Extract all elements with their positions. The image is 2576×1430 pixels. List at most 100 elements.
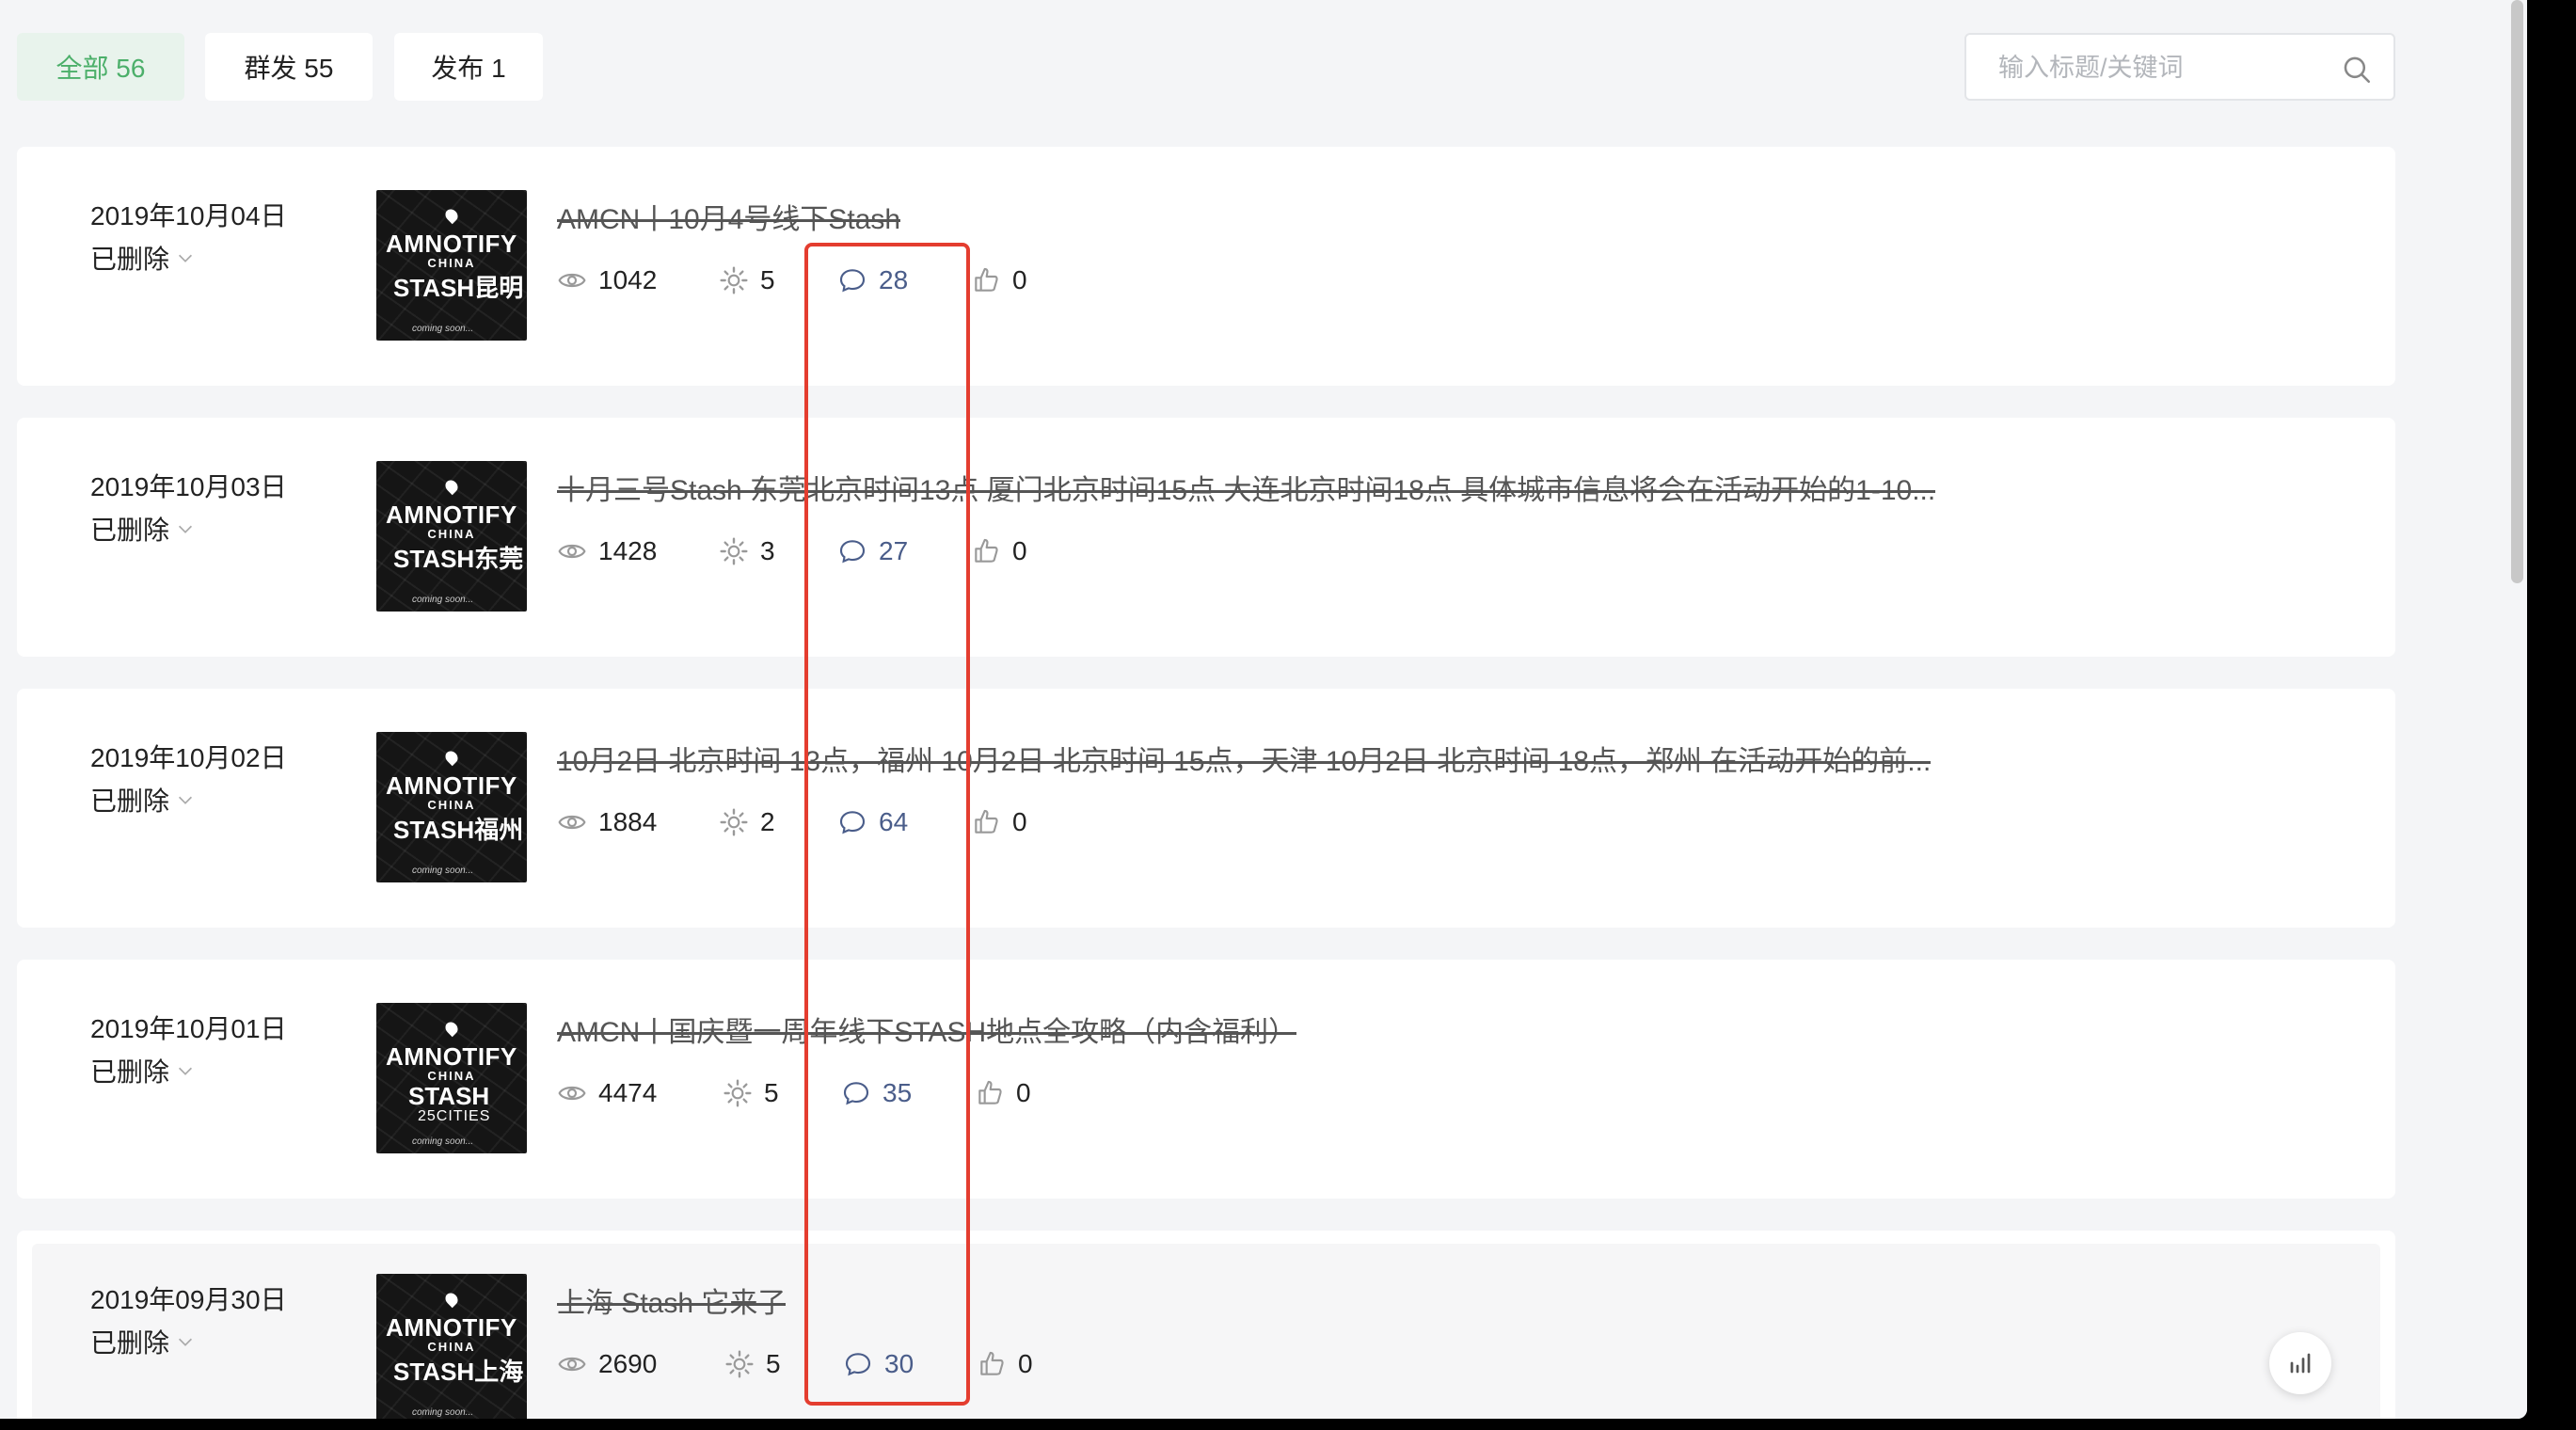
article-thumbnail[interactable]: AMNOTIFY CHINA STASH东莞 coming soon...: [376, 461, 527, 612]
shares-count: 5: [766, 1349, 781, 1378]
article-title[interactable]: AMCN丨国庆暨一周年线下STASH地点全攻略（内含福利）: [557, 1009, 1296, 1050]
article-title[interactable]: 10月2日 北京时间 13点，福州 10月2日 北京时间 15点，天津 10月2…: [557, 738, 1931, 779]
comment-icon: [839, 811, 866, 834]
search-icon[interactable]: [2341, 54, 2373, 86]
comments-count: 28: [879, 265, 909, 294]
app-window: 全部 56 群发 55 发布 1 2019年10月04日 已删除 AMNOTIF…: [0, 0, 2527, 1419]
tab-publish[interactable]: 发布 1: [394, 33, 543, 101]
likes-stat: 0: [971, 536, 1027, 566]
views-stat: 4474: [557, 1078, 657, 1108]
article-date: 2019年10月02日: [90, 743, 287, 772]
views-stat: 1428: [557, 536, 657, 566]
eye-icon: [558, 1086, 586, 1101]
views-count: 1428: [598, 536, 658, 565]
shares-stat: 3: [719, 536, 775, 566]
thumbnail-footer: coming soon...: [412, 866, 474, 876]
article-thumbnail[interactable]: AMNOTIFY CHINA STASH昆明 coming soon...: [376, 190, 527, 341]
views-stat: 1042: [557, 265, 657, 295]
likes-stat: 0: [971, 265, 1027, 295]
likes-stat: 0: [971, 807, 1027, 837]
likes-count: 0: [1016, 1078, 1031, 1107]
thumbnail-city: STASH东莞: [393, 545, 524, 573]
status-label: 已删除: [90, 516, 170, 545]
comments-count: 30: [884, 1349, 914, 1378]
comments-count: 64: [879, 807, 909, 836]
eye-icon: [558, 1357, 586, 1372]
comment-icon: [843, 1082, 869, 1105]
views-count: 2690: [598, 1349, 658, 1378]
comments-stat[interactable]: 28: [837, 265, 908, 295]
comment-icon: [845, 1353, 871, 1376]
article-title[interactable]: AMCN丨10月4号线下Stash: [557, 196, 900, 237]
likes-count: 0: [1012, 807, 1027, 836]
tab-mass-send[interactable]: 群发 55: [205, 33, 373, 101]
article-date: 2019年10月04日: [90, 201, 287, 230]
thumbnail-brand: AMNOTIFY: [386, 1042, 517, 1071]
article-row: 2019年10月01日 已删除 AMNOTIFY CHINA STASH 25C…: [17, 960, 2395, 1199]
comment-icon: [839, 269, 866, 293]
tab-all[interactable]: 全部 56: [17, 33, 184, 101]
thumbnail-footer: coming soon...: [412, 324, 474, 334]
shares-stat: 2: [719, 807, 775, 837]
views-count: 1884: [598, 807, 658, 836]
shares-stat: 5: [724, 1349, 781, 1379]
likes-count: 0: [1012, 265, 1027, 294]
article-date: 2019年09月30日: [90, 1285, 287, 1314]
article-date: 2019年10月01日: [90, 1014, 287, 1043]
status-dropdown[interactable]: 已删除: [90, 239, 196, 277]
views-stat: 1884: [557, 807, 657, 837]
search-input[interactable]: [1966, 35, 2358, 101]
eye-icon: [558, 815, 586, 830]
thumbnail-city: STASH昆明: [393, 274, 524, 302]
scrollbar-thumb[interactable]: [2511, 0, 2523, 583]
views-count: 4474: [598, 1078, 658, 1107]
article-thumbnail[interactable]: AMNOTIFY CHINA STASH上海 coming soon...: [376, 1274, 527, 1419]
status-dropdown[interactable]: 已删除: [90, 1052, 196, 1089]
likes-count: 0: [1018, 1349, 1033, 1378]
search-box: [1964, 33, 2395, 101]
chevron-down-icon: [179, 1067, 193, 1075]
article-title[interactable]: 上海 Stash 它来了: [557, 1279, 786, 1321]
article-row: 2019年10月02日 已删除 AMNOTIFY CHINA STASH福州 c…: [17, 689, 2395, 928]
bar-chart-icon: [2290, 1353, 2311, 1374]
article-title[interactable]: 十月三号Stash 东莞北京时间13点 厦门北京时间15点 大连北京时间18点 …: [557, 467, 1935, 508]
views-count: 1042: [598, 265, 658, 294]
gear-icon: [725, 1350, 754, 1378]
article-thumbnail[interactable]: AMNOTIFY CHINA STASH 25CITIES coming soo…: [376, 1003, 527, 1153]
comments-stat[interactable]: 30: [843, 1349, 914, 1379]
thumbs-up-icon: [975, 267, 998, 292]
thumbnail-cities: 25CITIES: [418, 1108, 491, 1124]
thumbnail-country: CHINA: [427, 1069, 476, 1083]
status-label: 已删除: [90, 786, 170, 816]
stats-float-button[interactable]: [2269, 1332, 2331, 1394]
shares-count: 5: [764, 1078, 779, 1107]
eye-icon: [558, 544, 586, 559]
scrollbar[interactable]: [2508, 0, 2527, 1419]
thumbnail-footer: coming soon...: [412, 595, 474, 605]
thumbnail-brand: AMNOTIFY: [386, 230, 517, 258]
likes-count: 0: [1012, 536, 1027, 565]
thumbnail-brand: AMNOTIFY: [386, 771, 517, 800]
comments-stat[interactable]: 35: [841, 1078, 912, 1108]
eye-icon: [558, 273, 586, 288]
status-dropdown[interactable]: 已删除: [90, 510, 196, 548]
thumbnail-city: STASH福州: [393, 816, 524, 844]
comments-stat[interactable]: 64: [837, 807, 908, 837]
article-row: 2019年10月04日 已删除 AMNOTIFY CHINA STASH昆明 c…: [17, 147, 2395, 386]
views-stat: 2690: [557, 1349, 657, 1379]
thumbnail-footer: coming soon...: [412, 1136, 474, 1147]
status-label: 已删除: [90, 1057, 170, 1087]
status-dropdown[interactable]: 已删除: [90, 1323, 196, 1360]
article-thumbnail[interactable]: AMNOTIFY CHINA STASH福州 coming soon...: [376, 732, 527, 882]
thumbnail-city: STASH上海: [393, 1358, 524, 1386]
gear-icon: [720, 266, 748, 294]
shares-count: 3: [760, 536, 775, 565]
status-label: 已删除: [90, 1328, 170, 1358]
thumbs-up-icon: [978, 1080, 1002, 1104]
thumbnail-country: CHINA: [427, 256, 476, 270]
comment-icon: [839, 540, 866, 564]
chevron-down-icon: [179, 796, 193, 804]
status-dropdown[interactable]: 已删除: [90, 781, 196, 818]
shares-stat: 5: [719, 265, 775, 295]
comments-stat[interactable]: 27: [837, 536, 908, 566]
